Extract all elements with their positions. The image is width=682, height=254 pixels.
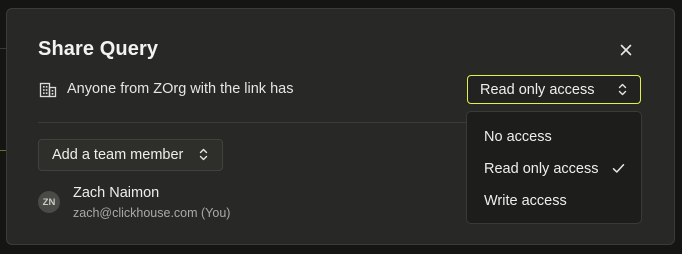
- avatar: ZN: [38, 191, 60, 213]
- member-email: zach@clickhouse.com (You): [73, 206, 231, 220]
- dropdown-item-label: Write access: [484, 193, 567, 209]
- dropdown-item-label: No access: [484, 129, 552, 145]
- add-team-member-select[interactable]: Add a team member: [38, 139, 223, 171]
- add-team-member-label: Add a team member: [52, 147, 184, 163]
- dropdown-item-label: Read only access: [484, 161, 599, 177]
- building-icon: [39, 82, 57, 98]
- share-query-modal: Share Query Anyone from ZOrg with the li…: [6, 8, 675, 245]
- modal-title: Share Query: [38, 38, 159, 60]
- chevron-up-down-icon: [618, 83, 627, 96]
- member-name: Zach Naimon: [73, 185, 160, 201]
- dropdown-item-no-access[interactable]: No access: [467, 122, 641, 152]
- check-icon: [612, 164, 625, 173]
- access-dropdown-menu: No access Read only access Write access: [466, 111, 642, 224]
- link-access-select-value: Read only access: [480, 82, 595, 98]
- link-access-select[interactable]: Read only access: [467, 75, 641, 104]
- dropdown-item-write-access[interactable]: Write access: [467, 186, 641, 216]
- close-icon: [620, 44, 632, 56]
- dropdown-item-read-only-access[interactable]: Read only access: [467, 154, 641, 184]
- close-button[interactable]: [616, 40, 636, 60]
- chevron-up-down-icon: [199, 148, 208, 161]
- link-access-text: Anyone from ZOrg with the link has: [67, 81, 294, 97]
